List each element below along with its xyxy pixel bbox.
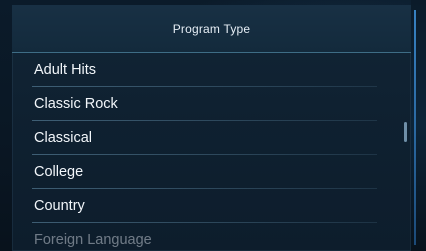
right-edge [411, 0, 426, 251]
program-type-list[interactable]: Adult Hits Classic Rock Classical Colleg… [12, 53, 411, 251]
radio-screen: Program Type Adult Hits Classic Rock Cla… [0, 0, 426, 251]
program-type-panel: Program Type Adult Hits Classic Rock Cla… [12, 5, 411, 251]
list-item-college[interactable]: College [12, 155, 411, 189]
list-item-adult-hits[interactable]: Adult Hits [12, 53, 411, 87]
list-item-country[interactable]: Country [12, 189, 411, 223]
list-item-classic-rock[interactable]: Classic Rock [12, 87, 411, 121]
list-item-label: Adult Hits [34, 62, 97, 78]
edge-accent-line [414, 10, 416, 245]
list-item-label: Classic Rock [34, 96, 118, 112]
list-item-label: Foreign Language [34, 232, 152, 248]
panel-header: Program Type [12, 5, 411, 53]
list-item-label: Country [34, 198, 85, 214]
list-item-foreign-language[interactable]: Foreign Language [12, 223, 411, 251]
page-title: Program Type [172, 21, 251, 36]
scrollbar-thumb[interactable] [404, 122, 407, 142]
list-item-label: Classical [34, 130, 93, 146]
list-item-classical[interactable]: Classical [12, 121, 411, 155]
list-item-label: College [34, 164, 84, 180]
